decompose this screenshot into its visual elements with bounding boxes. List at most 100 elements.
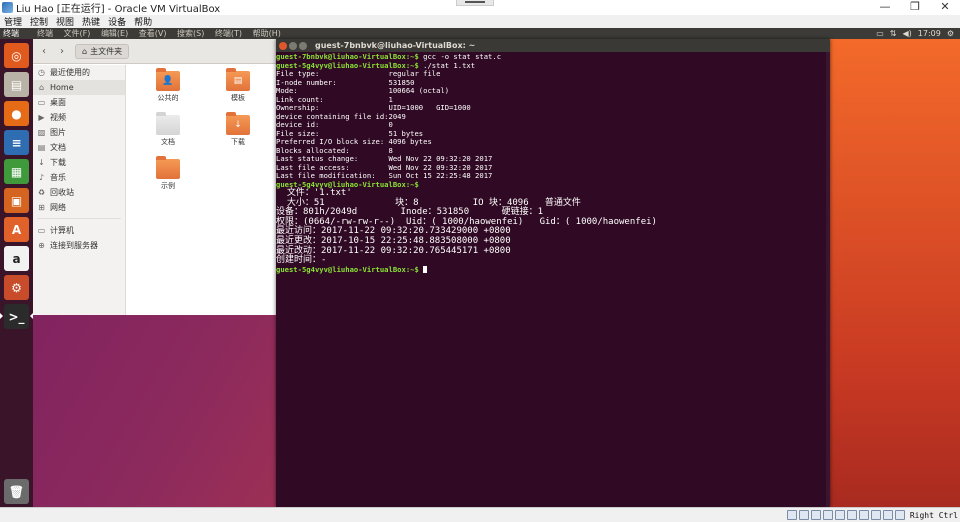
folder-label: 下载 [231,138,245,146]
forward-arrow-icon[interactable]: › [57,46,67,57]
files-icon[interactable]: ▤ [4,72,29,97]
menu-view[interactable]: 视图 [52,15,78,28]
optical-drive-icon[interactable] [798,510,809,520]
display-icon[interactable] [858,510,869,520]
volume-icon[interactable]: ◀) [902,29,911,38]
sidebar-item[interactable]: ◷ 最近使用的 [33,65,125,80]
menu-control[interactable]: 控制 [26,15,52,28]
panel-menu-terminal[interactable]: 终端 [33,29,57,38]
host-key-label: Right Ctrl [909,510,958,520]
folder-label: 公共的 [157,94,179,102]
terminal-line: guest-5g4vyv@liuhao-VirtualBox:~$ [276,264,829,275]
sidebar-item[interactable]: ⊞ 网络 [33,200,125,215]
folder-item[interactable]: ↓ 下载 [213,112,263,147]
terminal-minimize-icon[interactable] [289,41,297,50]
folder-item[interactable]: 👤 公共的 [143,68,193,103]
panel-menu-edit[interactable]: 编辑(E) [97,29,132,38]
terminal-maximize-icon[interactable] [299,41,307,50]
panel-menu-help[interactable]: 帮助(H) [249,29,285,38]
panel-menu-file[interactable]: 文件(F) [60,29,95,38]
folder-icon [156,112,180,135]
network-icon[interactable]: ⇅ [890,29,897,38]
files-content: 👤 公共的 ▤ 模板文档 ↓ 下载示例 [127,65,276,315]
mouse-integration-icon[interactable] [894,510,905,520]
cpu-icon[interactable] [882,510,893,520]
breadcrumb[interactable]: ⌂ 主文件夹 [75,43,130,59]
clock[interactable]: 17:09 [918,29,941,38]
network-adapter-icon[interactable] [822,510,833,520]
calc-icon[interactable]: ▦ [4,159,29,184]
folder-icon: 👤 [156,68,180,91]
folder-label: 文档 [161,138,175,146]
minimize-button[interactable]: — [870,0,900,15]
back-arrow-icon[interactable]: ‹ [39,46,49,57]
keyboard-icon[interactable]: ▭ [876,29,884,38]
close-button[interactable]: ✕ [930,0,960,15]
trash-icon[interactable]: 🗑 [4,479,29,504]
sidebar-item-label: 连接到服务器 [50,241,98,250]
terminal-title: guest-7bnbvk@liuhao-VirtualBox: ~ [315,41,476,50]
menu-devices[interactable]: 设备 [104,15,130,28]
sidebar-item-label: 回收站 [50,188,74,197]
usb-icon[interactable] [834,510,845,520]
sidebar-item-label: Home [50,83,74,92]
menu-help[interactable]: 帮助 [130,15,156,28]
sidebar-item-label: 视频 [50,113,66,122]
files-header: ‹ › ⌂ 主文件夹 [33,39,276,64]
menu-hotkey[interactable]: 热键 [78,15,104,28]
writer-icon[interactable]: ≡ [4,130,29,155]
terminal-text: 文件：'1.txt' [276,188,352,198]
firefox-icon[interactable]: ● [4,101,29,126]
sidebar-item[interactable]: ♻ 回收站 [33,185,125,200]
vbox-menubar: 管理 控制 视图 热键 设备 帮助 [0,15,960,28]
amazon-icon[interactable]: a [4,246,29,271]
folder-item[interactable]: 文档 [143,112,193,147]
maximize-button[interactable]: ❐ [900,0,930,15]
folder-item[interactable]: 示例 [143,156,193,191]
video-capture-icon[interactable] [870,510,881,520]
terminal-text: 最近访问：2017-11-22 09:32:20.733429000 +0800 [276,226,511,237]
ubuntu-top-panel: 终端 终端 文件(F) 编辑(E) 查看(V) 搜索(S) 终端(T) 帮助(H… [0,28,960,39]
sidebar-item[interactable]: ↓ 下载 [33,155,125,170]
terminal-close-icon[interactable] [279,41,287,50]
panel-menu-terminal-t[interactable]: 终端(T) [211,29,246,38]
terminal-window[interactable]: guest-7bnbvk@liuhao-VirtualBox: ~ guest-… [276,39,830,507]
terminal-output[interactable]: guest-7bnbvk@liuhao-VirtualBox:~$ gcc -o… [276,52,830,274]
sidebar-item-label: 音乐 [50,173,66,182]
panel-menu-view[interactable]: 查看(V) [135,29,171,38]
sidebar-item[interactable]: ♪ 音乐 [33,170,125,185]
settings-icon[interactable]: ⚙ [4,275,29,300]
files-sidebar: ◷ 最近使用的 ⌂ Home ▭ 桌面 ▶ 视频 ▨ 图片 ▤ 文档 ↓ 下载 ♪ 音乐 ♻ 回收站 ⊞ 网络 ▭ 计算机… [33,65,126,315]
sidebar-item[interactable]: ▨ 图片 [33,125,125,140]
sidebar-item-label: 图片 [50,128,66,137]
sidebar-item-icon: ▤ [37,143,46,152]
power-gear-icon[interactable]: ⚙ [947,29,954,38]
hard-disk-icon[interactable] [786,510,797,520]
panel-menu-search[interactable]: 搜索(S) [173,29,208,38]
terminal-text: 设备：801h/2049d Inode：531850 硬链接：1 [276,207,544,218]
sidebar-item[interactable]: ▭ 计算机 [33,223,125,238]
folder-item[interactable]: ▤ 模板 [213,68,263,103]
sidebar-item[interactable]: ⌂ Home [33,80,125,95]
audio-icon[interactable] [810,510,821,520]
shared-folders-icon[interactable] [846,510,857,520]
folder-icon: ↓ [226,112,250,135]
sidebar-item[interactable]: ▭ 桌面 [33,95,125,110]
software-center-icon[interactable]: A [4,217,29,242]
virtualbox-icon [2,2,13,13]
terminal-scrollbar[interactable] [826,52,830,507]
terminal-prompt: guest-5g4vyv@liuhao-VirtualBox:~$ [276,264,419,274]
terminal-line: guest-5g4vyv@liuhao-VirtualBox:~$ [276,180,829,190]
sidebar-item[interactable]: ▶ 视频 [33,110,125,125]
sidebar-item[interactable]: ⊕ 连接到服务器 [33,238,125,253]
terminal-icon[interactable]: >_ [4,304,29,329]
menu-manage[interactable]: 管理 [0,15,26,28]
mini-toolbar-handle[interactable] [456,0,494,6]
sidebar-item-icon: ◷ [38,68,45,77]
ubuntu-dash-icon[interactable]: ◎ [4,43,29,68]
files-window: ‹ › ⌂ 主文件夹 ◷ 最近使用的 ⌂ Home ▭ 桌面 ▶ 视频 ▨ 图片 ▤ 文档 ↓ 下载 ♪ 音乐… [33,39,276,315]
impress-icon[interactable]: ▣ [4,188,29,213]
sidebar-item[interactable]: ▤ 文档 [33,140,125,155]
sidebar-item-icon: ♻ [37,188,46,197]
sidebar-item-icon: ↓ [38,158,45,167]
